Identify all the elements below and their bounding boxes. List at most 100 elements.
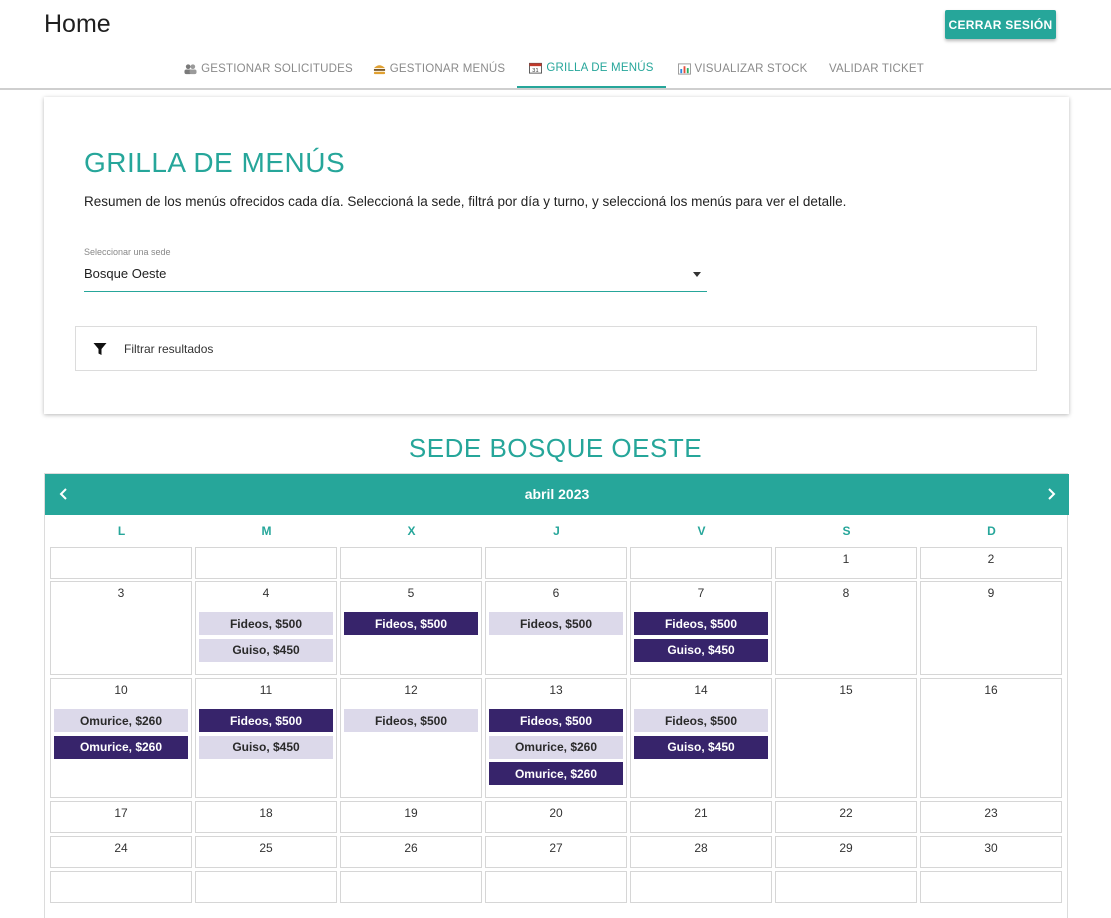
- day-number: 12: [404, 683, 418, 697]
- calendar-day-cell[interactable]: 27: [485, 836, 627, 868]
- menu-chip[interactable]: Fideos, $500: [344, 612, 478, 635]
- calendar-day-cell[interactable]: [920, 871, 1062, 903]
- calendar-day-cell[interactable]: 29: [775, 836, 917, 868]
- menu-chip[interactable]: Fideos, $500: [489, 709, 623, 732]
- calendar-day-cell[interactable]: [340, 547, 482, 579]
- top-bar: Home CERRAR SESIÓN GESTIONAR SOLICITUDES…: [0, 0, 1111, 90]
- menu-chip[interactable]: Omurice, $260: [489, 735, 623, 759]
- tab-gestionar-solicitudes[interactable]: GESTIONAR SOLICITUDES: [184, 49, 353, 88]
- day-number: 5: [407, 586, 415, 600]
- calendar-day-cell[interactable]: [340, 871, 482, 903]
- tab-visualizar-stock[interactable]: VISUALIZAR STOCK: [676, 49, 809, 88]
- calendar-day-cell[interactable]: 4 Fideos, $500 Guiso, $450: [195, 581, 337, 675]
- calendar-day-cell[interactable]: [485, 871, 627, 903]
- calendar-day-cell[interactable]: 22: [775, 801, 917, 833]
- calendar-day-cell[interactable]: 16: [920, 678, 1062, 798]
- sede-select-label: Seleccionar una sede: [84, 247, 171, 257]
- menu-chip[interactable]: Fideos, $500: [489, 612, 623, 635]
- calendar-day-cell[interactable]: 9: [920, 581, 1062, 675]
- menu-chip[interactable]: Fideos, $500: [344, 709, 478, 732]
- calendar-day-cell[interactable]: 10 Omurice, $260 Omurice, $260: [50, 678, 192, 798]
- weekday-header: M: [261, 524, 272, 538]
- weekday-header: V: [697, 524, 706, 538]
- day-number: 15: [839, 683, 853, 697]
- calendar-day-cell[interactable]: [195, 871, 337, 903]
- calendar-day-cell[interactable]: 19: [340, 801, 482, 833]
- calendar-header: abril 2023: [45, 474, 1069, 515]
- calendar-day-cell[interactable]: [195, 547, 337, 579]
- calendar-day-cell[interactable]: [775, 871, 917, 903]
- calendar-day-cell[interactable]: 30: [920, 836, 1062, 868]
- calendar-day-cell[interactable]: 6 Fideos, $500: [485, 581, 627, 675]
- tab-gestionar-menus[interactable]: GESTIONAR MENÚS: [371, 49, 507, 88]
- sede-select[interactable]: Bosque Oeste: [84, 262, 707, 292]
- tab-label: GRILLA DE MENÚS: [546, 61, 654, 74]
- calendar-day-cell[interactable]: 18: [195, 801, 337, 833]
- tab-validar-ticket[interactable]: VALIDAR TICKET: [826, 49, 927, 88]
- menu-chip[interactable]: Fideos, $500: [634, 612, 768, 635]
- calendar-day-cell[interactable]: 7 Fideos, $500 Guiso, $450: [630, 581, 772, 675]
- calendar-day-cell[interactable]: 24: [50, 836, 192, 868]
- filter-results-panel[interactable]: Filtrar resultados: [75, 326, 1037, 371]
- calendar-day-cell[interactable]: 5 Fideos, $500: [340, 581, 482, 675]
- menu-chip[interactable]: Omurice, $260: [54, 709, 188, 732]
- day-number: 24: [114, 841, 128, 855]
- calendar-day-cell[interactable]: 17: [50, 801, 192, 833]
- day-number: 8: [842, 586, 850, 600]
- menu-chip[interactable]: Fideos, $500: [199, 612, 333, 635]
- weekday-header: X: [407, 524, 416, 538]
- next-month-button[interactable]: [1041, 484, 1061, 504]
- menu-chip[interactable]: Omurice, $260: [489, 762, 623, 785]
- menu-chip[interactable]: Guiso, $450: [199, 735, 333, 759]
- day-number: 28: [694, 841, 708, 855]
- day-number: 22: [839, 806, 853, 820]
- calendar-day-cell[interactable]: 21: [630, 801, 772, 833]
- calendar-day-cell[interactable]: 14 Fideos, $500 Guiso, $450: [630, 678, 772, 798]
- people-icon: [184, 63, 197, 75]
- calendar-day-cell[interactable]: 2: [920, 547, 1062, 579]
- calendar-day-cell[interactable]: 12 Fideos, $500: [340, 678, 482, 798]
- filter-label: Filtrar resultados: [124, 342, 214, 356]
- caret-down-icon: [693, 272, 701, 277]
- menu-chip[interactable]: Fideos, $500: [634, 709, 768, 732]
- tab-label: GESTIONAR MENÚS: [389, 62, 506, 75]
- calendar-day-cell[interactable]: [630, 547, 772, 579]
- day-number: 9: [987, 586, 995, 600]
- day-number: 2: [987, 552, 995, 566]
- tab-grilla-de-menus[interactable]: 31 GRILLA DE MENÚS: [517, 49, 666, 88]
- calendar-day-cell[interactable]: 8: [775, 581, 917, 675]
- day-number: 13: [549, 683, 563, 697]
- day-number: 29: [839, 841, 853, 855]
- calendar-day-cell[interactable]: 25: [195, 836, 337, 868]
- calendar-day-cell[interactable]: 13 Fideos, $500 Omurice, $260 Omurice, $260: [485, 678, 627, 798]
- calendar-day-cell[interactable]: 11 Fideos, $500 Guiso, $450: [195, 678, 337, 798]
- calendar-day-cell[interactable]: [50, 547, 192, 579]
- sede-select-value: Bosque Oeste: [84, 266, 167, 281]
- menu-chip[interactable]: Fideos, $500: [199, 709, 333, 732]
- nav-tabs: GESTIONAR SOLICITUDES GESTIONAR MENÚS 31…: [0, 49, 1111, 89]
- calendar-day-cell[interactable]: 20: [485, 801, 627, 833]
- day-number: 20: [549, 806, 563, 820]
- calendar-day-cell[interactable]: 23: [920, 801, 1062, 833]
- menu-chip[interactable]: Guiso, $450: [199, 638, 333, 662]
- menu-chip[interactable]: Omurice, $260: [54, 735, 188, 759]
- calendar-day-cell[interactable]: 28: [630, 836, 772, 868]
- day-number: 11: [259, 683, 273, 697]
- weekday-header: J: [553, 524, 560, 538]
- day-number: 7: [697, 586, 705, 600]
- calendar-day-cell[interactable]: 3: [50, 581, 192, 675]
- day-number: 17: [114, 806, 128, 820]
- calendar-icon: 31: [529, 62, 543, 74]
- calendar-day-cell[interactable]: 15: [775, 678, 917, 798]
- menu-chip[interactable]: Guiso, $450: [634, 638, 768, 662]
- calendar-day-cell[interactable]: 26: [340, 836, 482, 868]
- menu-chip[interactable]: Guiso, $450: [634, 735, 768, 759]
- day-number: 10: [114, 683, 128, 697]
- calendar-day-cell[interactable]: [50, 871, 192, 903]
- calendar-day-cell[interactable]: [630, 871, 772, 903]
- logout-button[interactable]: CERRAR SESIÓN: [945, 10, 1056, 39]
- calendar-day-cell[interactable]: 1: [775, 547, 917, 579]
- day-number: 25: [259, 841, 273, 855]
- card-title: GRILLA DE MENÚS: [84, 147, 346, 178]
- calendar-day-cell[interactable]: [485, 547, 627, 579]
